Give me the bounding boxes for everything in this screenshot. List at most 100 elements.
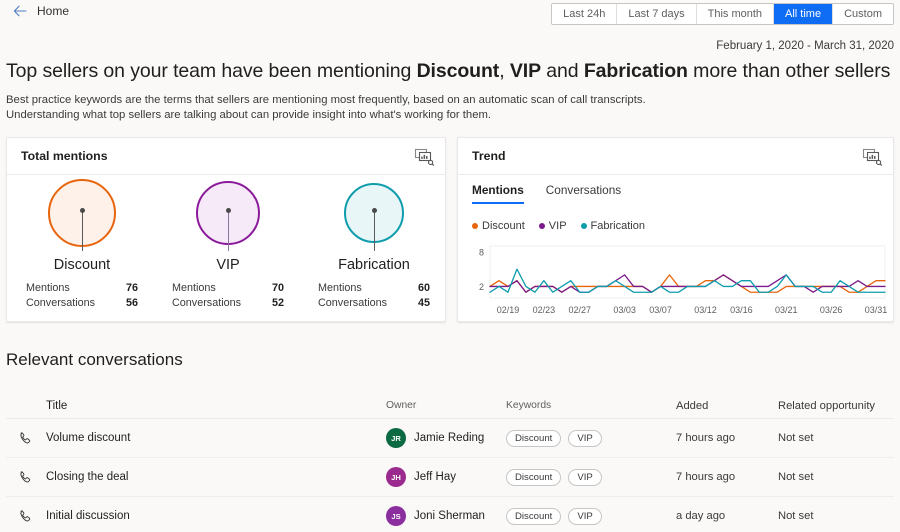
relevant-conversations-table: Title Owner Keywords Added Related oppor… bbox=[6, 393, 894, 532]
table-row[interactable]: Closing the deal JH Jeff Hay Discount VIP 7 h… bbox=[6, 458, 894, 497]
x-axis-tick-label: 03/26 bbox=[820, 305, 843, 315]
conversation-title[interactable]: Initial discussion bbox=[46, 510, 386, 522]
headline-suffix: more than other sellers bbox=[687, 60, 891, 82]
owner-name: Joni Sherman bbox=[414, 510, 485, 522]
table-row[interactable]: Volume discount JR Jamie Reding Discount VIP… bbox=[6, 419, 894, 458]
page-description: Best practice keywords are the terms tha… bbox=[6, 93, 646, 123]
conversation-title[interactable]: Volume discount bbox=[46, 432, 386, 444]
owner-cell: JH Jeff Hay bbox=[386, 467, 506, 487]
x-axis-tick-label: 03/31 bbox=[865, 305, 888, 315]
headline-keyword-1: Discount bbox=[416, 60, 500, 82]
added-timestamp: 7 hours ago bbox=[676, 471, 736, 483]
column-header-opportunity: Related opportunity bbox=[778, 399, 876, 412]
stat-value: 76 bbox=[125, 282, 138, 294]
trend-tab-conversations[interactable]: Conversations bbox=[546, 183, 621, 204]
keyword-bubble-fabrication[interactable]: Fabrication Mentions 60 Conversations 45 bbox=[301, 175, 447, 309]
legend-dot bbox=[538, 223, 545, 229]
trend-tab-group[interactable]: Mentions Conversations bbox=[472, 183, 621, 204]
date-filter-custom[interactable]: Custom bbox=[833, 4, 893, 24]
table-header-row: Title Owner Keywords Added Related oppor… bbox=[6, 393, 894, 419]
x-axis-tick-label: 03/12 bbox=[694, 305, 717, 315]
keywords-cell: Discount VIP bbox=[506, 429, 676, 447]
stat-row-conversations: Conversations 45 bbox=[318, 296, 430, 311]
avatar: JR bbox=[386, 428, 406, 448]
arrow-left-icon bbox=[12, 3, 28, 19]
related-opportunity: Not set bbox=[778, 510, 814, 522]
x-axis-tick-label: 03/21 bbox=[775, 305, 798, 315]
stat-row-conversations: Conversations 52 bbox=[172, 296, 284, 311]
y-axis-tick-label: 2 bbox=[479, 282, 484, 292]
bubble-label: Discount bbox=[53, 257, 111, 273]
stat-value: 56 bbox=[125, 297, 138, 309]
date-range-text: February 1, 2020 - March 31, 2020 bbox=[716, 40, 894, 52]
keyword-pill[interactable]: Discount bbox=[506, 468, 562, 486]
keyword-pill[interactable]: VIP bbox=[568, 507, 602, 525]
stat-row-mentions: Mentions 76 bbox=[26, 281, 138, 296]
stat-label: Mentions bbox=[318, 282, 362, 294]
description-line-1: Best practice keywords are the terms tha… bbox=[6, 94, 646, 106]
phone-icon bbox=[6, 470, 46, 485]
owner-cell: JS Joni Sherman bbox=[386, 506, 506, 526]
trend-card: Trend Mentions Conversations Discount VIP F… bbox=[457, 137, 894, 322]
related-opportunity: Not set bbox=[778, 471, 814, 483]
back-link-label: Home bbox=[37, 4, 70, 18]
headline-prefix: Top sellers on your team have been menti… bbox=[6, 60, 417, 82]
total-mentions-card-header: Total mentions bbox=[7, 138, 445, 175]
description-line-2: Understanding what top sellers are talki… bbox=[6, 109, 492, 121]
total-mentions-title: Total mentions bbox=[21, 149, 108, 163]
trend-line-chart: 2 8 02/19 02/23 02/27 03/03 03/07 03/12 03/16 03/… bbox=[466, 240, 891, 318]
keyword-pill[interactable]: VIP bbox=[568, 468, 602, 486]
stat-label: Conversations bbox=[318, 297, 388, 309]
back-to-home-link[interactable]: Home bbox=[12, 3, 69, 19]
owner-name: Jeff Hay bbox=[414, 471, 456, 483]
legend-item-discount[interactable]: Discount bbox=[472, 220, 525, 232]
bubble-stem bbox=[228, 209, 229, 251]
y-axis-tick-label: 8 bbox=[479, 247, 484, 257]
table-row[interactable]: Initial discussion JS Joni Sherman Discount… bbox=[6, 497, 894, 532]
legend-dot bbox=[580, 223, 587, 229]
headline-sep-1: , bbox=[499, 60, 510, 82]
date-range-filter-group[interactable]: Last 24h Last 7 days This month All time Cus… bbox=[551, 3, 894, 25]
phone-icon bbox=[6, 509, 46, 524]
legend-label: Discount bbox=[482, 220, 525, 232]
keyword-bubble-vip[interactable]: VIP Mentions 70 Conversations 52 bbox=[155, 175, 301, 309]
bubble-center-dot bbox=[372, 208, 377, 213]
date-filter-last-24h[interactable]: Last 24h bbox=[552, 4, 618, 24]
column-header-title: Title bbox=[46, 399, 68, 412]
stat-value: 45 bbox=[417, 297, 430, 309]
total-mentions-card: Total mentions Discount Mentions 76 Convers… bbox=[6, 137, 446, 322]
keyword-bubble-discount[interactable]: Discount Mentions 76 Conversations 56 bbox=[9, 175, 155, 309]
stat-row-mentions: Mentions 70 bbox=[172, 281, 284, 296]
date-filter-all-time[interactable]: All time bbox=[774, 4, 834, 24]
keyword-pill[interactable]: Discount bbox=[506, 429, 562, 447]
owner-name: Jamie Reding bbox=[414, 432, 485, 444]
date-filter-this-month[interactable]: This month bbox=[696, 4, 775, 24]
headline-sep-2: and bbox=[540, 60, 584, 82]
keywords-cell: Discount VIP bbox=[506, 468, 676, 486]
page-title: Top sellers on your team have been menti… bbox=[6, 60, 890, 83]
stat-row-mentions: Mentions 60 bbox=[318, 281, 430, 296]
x-axis-tick-label: 02/23 bbox=[533, 305, 556, 315]
owner-cell: JR Jamie Reding bbox=[386, 428, 506, 448]
stat-label: Mentions bbox=[172, 282, 216, 294]
keyword-bubble-group: Discount Mentions 76 Conversations 56 VIP Ment… bbox=[7, 175, 445, 323]
copy-chart-icon[interactable] bbox=[414, 147, 434, 167]
stat-row-conversations: Conversations 56 bbox=[26, 296, 138, 311]
stat-value: 60 bbox=[417, 282, 430, 294]
conversation-title[interactable]: Closing the deal bbox=[46, 471, 386, 483]
bubble-stem bbox=[82, 209, 83, 251]
copy-chart-icon[interactable] bbox=[862, 147, 882, 167]
legend-item-fabrication[interactable]: Fabrication bbox=[580, 220, 645, 232]
avatar: JS bbox=[386, 506, 406, 526]
stat-label: Conversations bbox=[26, 297, 96, 309]
trend-tab-mentions[interactable]: Mentions bbox=[472, 183, 524, 204]
keyword-pill[interactable]: Discount bbox=[506, 507, 562, 525]
relevant-conversations-title: Relevant conversations bbox=[6, 350, 183, 369]
date-filter-last-7-days[interactable]: Last 7 days bbox=[617, 4, 697, 24]
legend-item-vip[interactable]: VIP bbox=[538, 220, 567, 232]
related-opportunity: Not set bbox=[778, 432, 814, 444]
chart-legend: Discount VIP Fabrication bbox=[472, 220, 645, 232]
bubble-stats: Mentions 76 Conversations 56 bbox=[26, 281, 138, 311]
x-axis-tick-label: 02/19 bbox=[497, 305, 520, 315]
keyword-pill[interactable]: VIP bbox=[568, 429, 602, 447]
